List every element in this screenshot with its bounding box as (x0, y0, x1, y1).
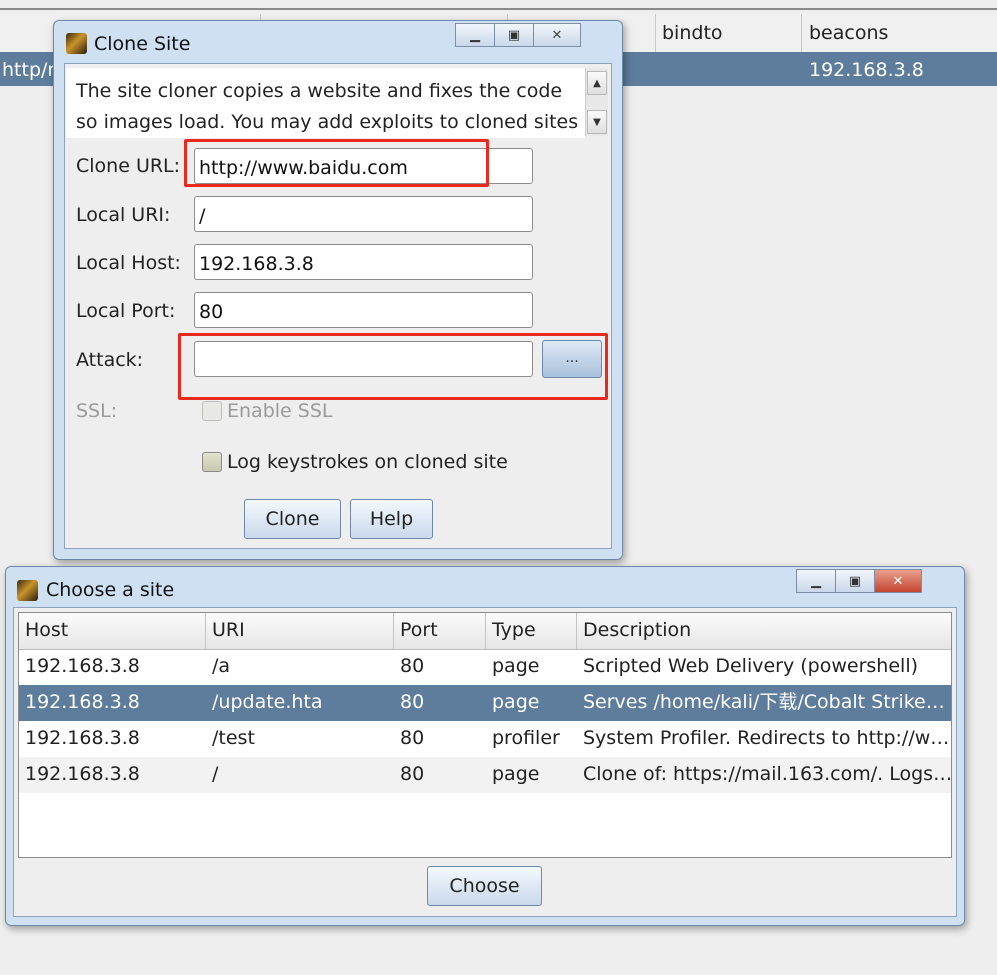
minimize-icon[interactable]: ▁ (455, 23, 495, 47)
cell-uri: /a (212, 655, 231, 677)
description-line: The site cloner copies a website and fix… (76, 80, 563, 102)
maximize-icon[interactable]: ▣ (836, 569, 875, 593)
close-icon[interactable]: ✕ (875, 569, 922, 593)
column-header-host[interactable]: Host (19, 613, 206, 649)
bg-cell-url: http/r (2, 59, 56, 81)
description-scrollbar[interactable]: ▲ ▼ (585, 68, 608, 136)
bg-cell-beacons: 192.168.3.8 (809, 59, 924, 81)
cell-uri: /update.hta (212, 691, 323, 713)
choose-site-dialog: Choose a site ▁ ▣ ✕ Host URI Port Type D… (5, 566, 965, 926)
local-port-field[interactable]: 80 (194, 292, 533, 328)
table-row[interactable]: 192.168.3.8 /a 80 page Scripted Web Deli… (19, 649, 951, 685)
bg-header-bindto[interactable]: bindto (662, 22, 723, 44)
choose-button[interactable]: Choose (427, 866, 542, 906)
table-row[interactable]: 192.168.3.8 / 80 page Clone of: https://… (19, 757, 951, 793)
annotation-highlight-attack (178, 333, 608, 400)
annotation-highlight-clone-url (184, 139, 489, 187)
column-header-port[interactable]: Port (394, 613, 486, 649)
local-host-label: Local Host: (76, 252, 181, 274)
ssl-label: SSL: (76, 400, 118, 422)
log-keystrokes-checkbox[interactable] (202, 452, 222, 472)
attack-label: Attack: (76, 349, 144, 371)
divider (0, 8, 997, 10)
maximize-icon[interactable]: ▣ (495, 23, 534, 47)
close-icon[interactable]: ✕ (534, 23, 581, 47)
choose-site-content: Host URI Port Type Description 192.168.3… (13, 607, 957, 917)
table-row-selected[interactable]: 192.168.3.8 /update.hta 80 page Serves /… (19, 685, 951, 721)
choose-site-titlebar[interactable]: Choose a site ▁ ▣ ✕ (6, 567, 964, 607)
cell-description: Serves /home/kali/下载/Cobalt Strike… (583, 691, 945, 713)
column-header-type[interactable]: Type (486, 613, 577, 649)
description-text: The site cloner copies a website and fix… (66, 68, 585, 138)
cell-description: Scripted Web Delivery (powershell) (583, 655, 919, 677)
column-separator (801, 14, 802, 52)
cell-type: page (492, 655, 540, 677)
dialog-title: Clone Site (94, 33, 191, 55)
enable-ssl-label: Enable SSL (227, 400, 333, 422)
clone-site-titlebar[interactable]: Clone Site ▁ ▣ ✕ (54, 21, 622, 61)
cell-port: 80 (400, 727, 425, 749)
local-host-field[interactable]: 192.168.3.8 (194, 244, 533, 280)
cell-host: 192.168.3.8 (25, 727, 140, 749)
cell-host: 192.168.3.8 (25, 763, 140, 785)
scroll-up-icon[interactable]: ▲ (587, 71, 607, 95)
table-header: Host URI Port Type Description (19, 613, 951, 650)
app-icon (66, 33, 87, 54)
column-header-uri[interactable]: URI (206, 613, 394, 649)
description-line: so images load. You may add exploits to … (76, 111, 579, 133)
local-uri-field[interactable]: / (194, 196, 533, 232)
cell-description: System Profiler. Redirects to http://w… (583, 727, 950, 749)
app-icon (17, 580, 38, 601)
help-button[interactable]: Help (350, 499, 433, 539)
cell-type: profiler (492, 727, 560, 749)
cell-type: page (492, 763, 540, 785)
log-keystrokes-label: Log keystrokes on cloned site (227, 451, 508, 473)
cell-uri: /test (212, 727, 255, 749)
clone-url-label: Clone URL: (76, 155, 181, 177)
column-separator (655, 14, 656, 52)
clone-site-content: The site cloner copies a website and fix… (64, 63, 612, 549)
cell-port: 80 (400, 655, 425, 677)
cell-description: Clone of: https://mail.163.com/. Logs… (583, 763, 952, 785)
cell-type: page (492, 691, 540, 713)
minimize-icon[interactable]: ▁ (796, 569, 836, 593)
enable-ssl-checkbox[interactable] (202, 401, 222, 421)
cell-uri: / (212, 763, 219, 785)
clone-button[interactable]: Clone (244, 499, 341, 539)
column-header-description[interactable]: Description (577, 613, 951, 649)
sites-table: Host URI Port Type Description 192.168.3… (18, 612, 952, 858)
cell-host: 192.168.3.8 (25, 691, 140, 713)
cell-port: 80 (400, 763, 425, 785)
local-uri-label: Local URI: (76, 204, 171, 226)
table-row[interactable]: 192.168.3.8 /test 80 profiler System Pro… (19, 721, 951, 757)
local-port-label: Local Port: (76, 300, 176, 322)
scroll-down-icon[interactable]: ▼ (587, 110, 607, 134)
cell-port: 80 (400, 691, 425, 713)
dialog-title: Choose a site (46, 579, 175, 601)
cell-host: 192.168.3.8 (25, 655, 140, 677)
clone-site-dialog: Clone Site ▁ ▣ ✕ The site cloner copies … (53, 20, 623, 560)
bg-header-beacons[interactable]: beacons (809, 22, 888, 44)
